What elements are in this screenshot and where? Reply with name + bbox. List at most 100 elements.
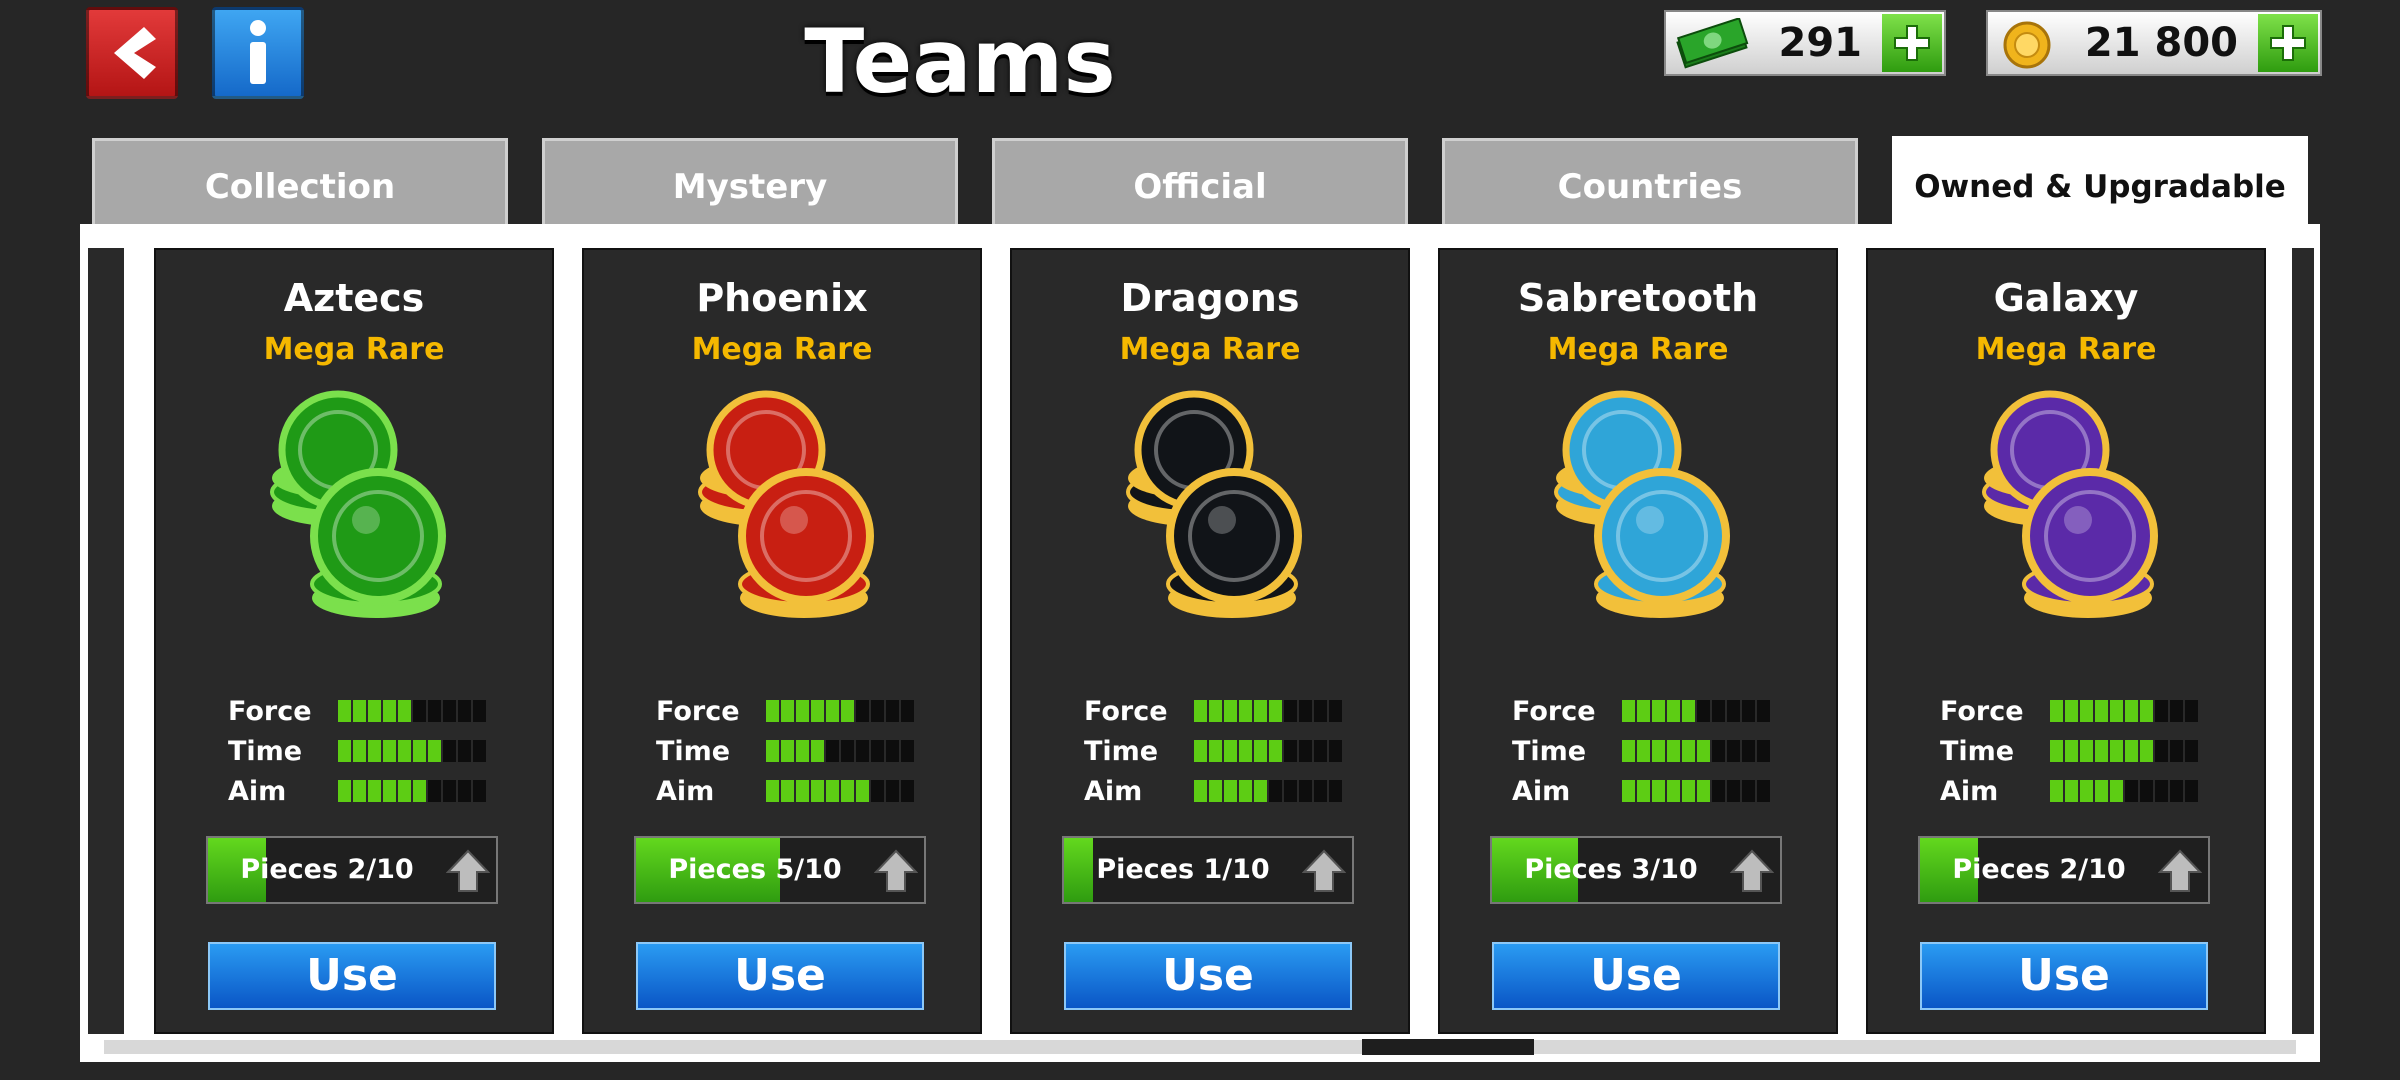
stat-segment (338, 700, 351, 722)
stat-segment (1224, 700, 1237, 722)
team-card-sabretooth[interactable]: Sabretooth Mega Rare Force Time Aim Piec… (1438, 248, 1838, 1034)
info-button[interactable] (212, 7, 304, 99)
plus-icon (1894, 25, 1930, 61)
stat-segment (383, 700, 396, 722)
stat-segment (856, 740, 869, 762)
stat-segment (383, 780, 396, 802)
stat-force-label: Force (656, 696, 740, 727)
back-button[interactable] (86, 7, 178, 99)
stat-segment (1224, 740, 1237, 762)
team-stats: Force Time Aim (228, 696, 508, 816)
team-card-phoenix[interactable]: Phoenix Mega Rare Force Time Aim Pieces … (582, 248, 982, 1034)
stat-segment (1667, 780, 1680, 802)
stat-aim-label: Aim (1940, 776, 1999, 807)
stat-segment (2155, 780, 2168, 802)
tab-owned-upgradable[interactable]: Owned & Upgradable (1892, 136, 2308, 228)
stat-segment (811, 780, 824, 802)
stat-segment (1299, 780, 1312, 802)
stat-segment (1652, 740, 1665, 762)
team-coins-icon (698, 390, 874, 618)
stat-segment (856, 700, 869, 722)
stat-segment (1697, 780, 1710, 802)
stat-segment (1269, 780, 1282, 802)
use-button[interactable]: Use (1492, 942, 1780, 1010)
stat-segment (2185, 700, 2198, 722)
stat-segment (1637, 700, 1650, 722)
stat-segment (1254, 700, 1267, 722)
stat-segment (1742, 780, 1755, 802)
stat-segment (901, 780, 914, 802)
stat-aim-label: Aim (228, 776, 287, 807)
stat-segment (871, 700, 884, 722)
stat-time: Time (228, 736, 508, 776)
stat-segment (826, 740, 839, 762)
stat-time-label: Time (1512, 736, 1587, 767)
stat-time-bar (2050, 740, 2198, 762)
stat-segment (901, 740, 914, 762)
team-card-galaxy[interactable]: Galaxy Mega Rare Force Time Aim Pieces 2… (1866, 248, 2266, 1034)
stat-segment (886, 740, 899, 762)
stat-segment (428, 780, 441, 802)
stat-segment (901, 700, 914, 722)
stat-segment (338, 780, 351, 802)
stat-segment (368, 740, 381, 762)
stat-segment (1622, 740, 1635, 762)
upgrade-arrow-icon[interactable] (1302, 848, 1346, 894)
stat-segment (1727, 780, 1740, 802)
stat-segment (1329, 700, 1342, 722)
stat-segment (1329, 780, 1342, 802)
team-card-dragons[interactable]: Dragons Mega Rare Force Time Aim Pieces … (1010, 248, 1410, 1034)
stat-aim: Aim (228, 776, 508, 816)
use-button[interactable]: Use (1064, 942, 1352, 1010)
stat-segment (2080, 740, 2093, 762)
pieces-progress-text: Pieces 5/10 (668, 854, 842, 885)
tab-official[interactable]: Official (992, 138, 1408, 226)
stat-segment (2155, 740, 2168, 762)
add-coins-button[interactable] (2258, 14, 2318, 72)
upgrade-arrow-icon[interactable] (1730, 848, 1774, 894)
scrollbar-track[interactable] (104, 1040, 2296, 1054)
tab-mystery[interactable]: Mystery (542, 138, 958, 226)
tab-collection[interactable]: Collection (92, 138, 508, 226)
cash-balance: 291 (1664, 10, 1946, 76)
team-card-aztecs[interactable]: Aztecs Mega Rare Force Time Aim Pieces 2… (154, 248, 554, 1034)
stat-segment (781, 700, 794, 722)
stat-force: Force (1512, 696, 1792, 736)
stat-segment (1254, 740, 1267, 762)
stat-force-bar (1622, 700, 1770, 722)
stat-segment (2185, 740, 2198, 762)
stat-segment (2065, 740, 2078, 762)
use-button[interactable]: Use (636, 942, 924, 1010)
stat-segment (2110, 740, 2123, 762)
stat-segment (841, 700, 854, 722)
stat-time: Time (1940, 736, 2220, 776)
stat-segment (766, 700, 779, 722)
scrollbar-thumb[interactable] (1362, 1039, 1534, 1055)
stat-segment (2110, 780, 2123, 802)
stat-segment (428, 740, 441, 762)
stat-time-label: Time (228, 736, 303, 767)
stat-segment (1269, 740, 1282, 762)
stat-segment (1622, 780, 1635, 802)
upgrade-arrow-icon[interactable] (446, 848, 490, 894)
use-button[interactable]: Use (208, 942, 496, 1010)
upgrade-arrow-icon[interactable] (874, 848, 918, 894)
use-button[interactable]: Use (1920, 942, 2208, 1010)
stat-segment (1682, 780, 1695, 802)
add-cash-button[interactable] (1882, 14, 1942, 72)
tab-countries[interactable]: Countries (1442, 138, 1858, 226)
coin-amount: 21 800 (2084, 20, 2238, 66)
stat-segment (841, 780, 854, 802)
stat-segment (1682, 740, 1695, 762)
pieces-progress: Pieces 2/10 (206, 836, 498, 904)
stat-segment (796, 780, 809, 802)
stat-segment (1742, 740, 1755, 762)
team-name: Phoenix (696, 276, 868, 320)
stat-segment (2125, 740, 2138, 762)
team-stats: Force Time Aim (1940, 696, 2220, 816)
stat-segment (353, 700, 366, 722)
stat-segment (1667, 700, 1680, 722)
stat-force: Force (656, 696, 936, 736)
stat-aim-bar (2050, 780, 2198, 802)
upgrade-arrow-icon[interactable] (2158, 848, 2202, 894)
